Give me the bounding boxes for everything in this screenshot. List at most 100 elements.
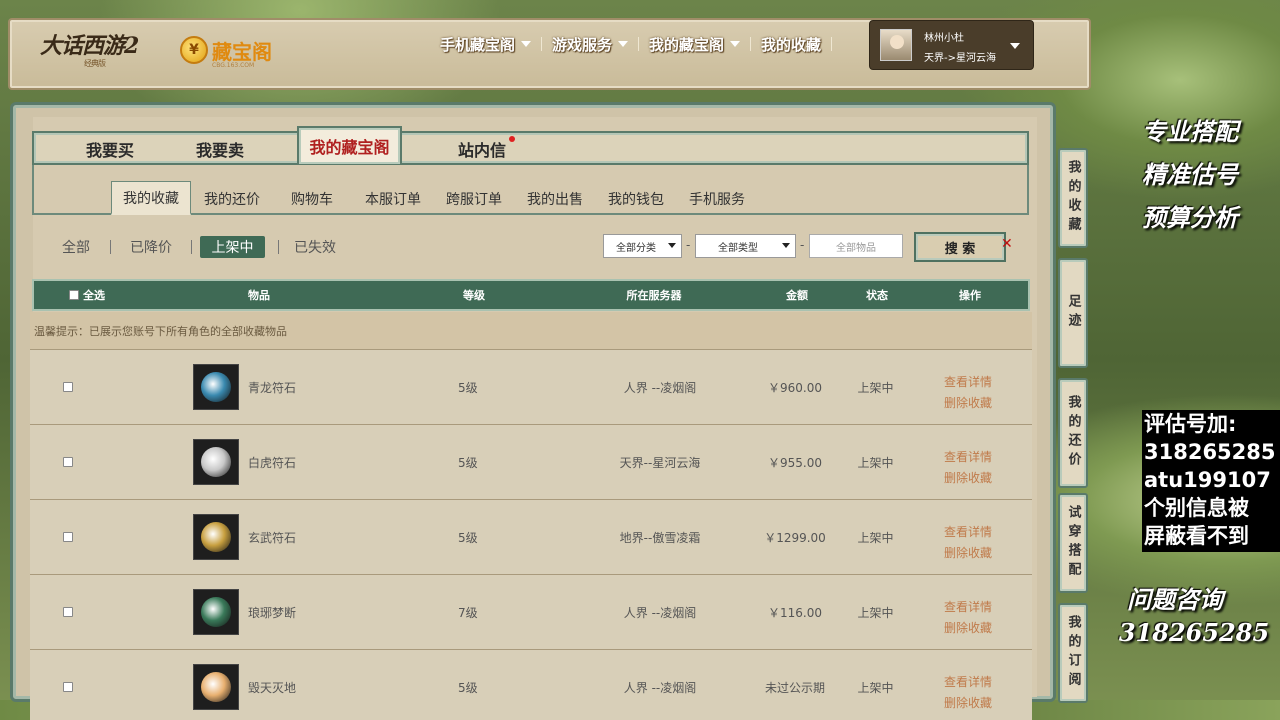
filter-price-reduced[interactable]: 已降价 xyxy=(124,236,178,258)
cbg-logo[interactable]: ¥ 藏宝阁 CBG.163.COM xyxy=(180,30,272,70)
promo-line: 预算分析 xyxy=(1142,203,1238,232)
item-name[interactable]: 青龙符石 xyxy=(248,350,348,424)
category-select[interactable]: 全部分类 xyxy=(603,234,682,258)
nav-my-favorites[interactable]: 我的收藏 xyxy=(751,34,831,55)
type-select[interactable]: 全部类型 xyxy=(695,234,796,258)
th-label: 等级 xyxy=(463,289,485,302)
remove-favorite-link[interactable]: 删除收藏 xyxy=(944,618,992,639)
remove-favorite-link[interactable]: 删除收藏 xyxy=(944,468,992,489)
game-logo-text: 大话西游2 xyxy=(40,33,139,59)
subtab-counteroffers[interactable]: 我的还价 xyxy=(196,183,268,215)
contact-line: 个别信息被 xyxy=(1144,496,1249,520)
chevron-down-icon xyxy=(730,41,741,47)
select-all-label: 全选 xyxy=(83,289,105,302)
tab-buy[interactable]: 我要买 xyxy=(70,134,150,164)
side-tab-footprints[interactable]: 足迹 xyxy=(1058,258,1088,368)
tab-my-cbg[interactable]: 我的藏宝阁 xyxy=(297,126,402,166)
item-icon[interactable] xyxy=(193,589,239,635)
nav-label: 我的收藏 xyxy=(761,35,822,54)
nav-divider xyxy=(541,37,543,51)
row-checkbox[interactable] xyxy=(63,457,73,467)
view-details-link[interactable]: 查看详情 xyxy=(944,672,992,693)
filter-label: 全部 xyxy=(62,240,90,256)
game-logo[interactable]: 大话西游2 经典版 xyxy=(40,28,160,68)
subtab-mobile-service[interactable]: 手机服务 xyxy=(682,183,752,215)
tab-label: 我要卖 xyxy=(195,141,244,160)
row-checkbox[interactable] xyxy=(63,682,73,692)
item-server: 天界--星河云海 xyxy=(619,455,701,470)
contact-line: 评估号加: xyxy=(1144,412,1237,436)
item-level: 5级 xyxy=(458,530,478,545)
item-search-input[interactable]: 全部物品 xyxy=(809,234,903,258)
subtab-label: 跨服订单 xyxy=(446,192,502,208)
subtab-cart[interactable]: 购物车 xyxy=(280,183,344,215)
nav-game-service[interactable]: 游戏服务 xyxy=(542,34,638,55)
select-value: 全部分类 xyxy=(616,242,656,254)
avatar xyxy=(880,29,912,61)
input-placeholder: 全部物品 xyxy=(836,242,876,254)
side-tab-try-on[interactable]: 试穿搭配 xyxy=(1058,493,1088,593)
nav-my-cbg[interactable]: 我的藏宝阁 xyxy=(639,34,750,55)
user-menu[interactable]: 林州小杜 天界->星河云海 xyxy=(869,20,1034,70)
nav-mobile-cbg[interactable]: 手机藏宝阁 xyxy=(430,34,541,55)
nav-divider xyxy=(638,37,640,51)
item-level: 5级 xyxy=(458,455,478,470)
remove-favorite-link[interactable]: 删除收藏 xyxy=(944,393,992,414)
contact-line: 屏蔽看不到 xyxy=(1144,524,1249,548)
th-label: 所在服务器 xyxy=(626,289,682,302)
item-icon[interactable] xyxy=(193,664,239,710)
site-header: 大话西游2 经典版 ¥ 藏宝阁 CBG.163.COM 手机藏宝阁 游戏服务 我… xyxy=(8,18,1091,90)
tab-sell[interactable]: 我要卖 xyxy=(180,134,260,164)
filter-label: 上架中 xyxy=(211,240,254,256)
view-details-link[interactable]: 查看详情 xyxy=(944,522,992,543)
row-checkbox-cell xyxy=(63,425,77,499)
row-checkbox[interactable] xyxy=(63,382,73,392)
side-tab-favorites[interactable]: 我的收藏 xyxy=(1058,148,1088,248)
side-tab-subscriptions[interactable]: 我的订阅 xyxy=(1058,603,1088,703)
subtab-favorites[interactable]: 我的收藏 xyxy=(111,181,191,215)
close-icon[interactable]: ✕ xyxy=(1001,236,1013,252)
side-tab-label: 我的收藏 xyxy=(1065,160,1081,236)
filter-on-sale[interactable]: 上架中 xyxy=(200,236,265,258)
item-icon[interactable] xyxy=(193,364,239,410)
item-name[interactable]: 白虎符石 xyxy=(248,425,348,499)
row-actions: 查看详情 删除收藏 xyxy=(944,522,992,564)
filter-expired[interactable]: 已失效 xyxy=(288,236,342,258)
item-status: 上架中 xyxy=(857,680,894,695)
side-tab-counteroffers[interactable]: 我的还价 xyxy=(1058,378,1088,488)
item-level: 7级 xyxy=(458,605,478,620)
item-server: 人界 --凌烟阁 xyxy=(623,605,697,620)
select-all[interactable]: 全选 xyxy=(62,281,112,309)
search-button[interactable]: 搜 索 xyxy=(914,232,1006,262)
item-name[interactable]: 毁天灭地 xyxy=(248,650,348,720)
remove-favorite-link[interactable]: 删除收藏 xyxy=(944,543,992,564)
user-name: 林州小杜 xyxy=(924,33,964,44)
row-checkbox[interactable] xyxy=(63,607,73,617)
filter-all[interactable]: 全部 xyxy=(56,236,96,258)
select-all-checkbox[interactable] xyxy=(69,290,79,300)
subtab-local-orders[interactable]: 本服订单 xyxy=(358,183,428,215)
subtab-cross-orders[interactable]: 跨服订单 xyxy=(439,183,509,215)
gem-icon xyxy=(201,597,231,627)
subtab-my-sales[interactable]: 我的出售 xyxy=(520,183,590,215)
subtab-label: 购物车 xyxy=(291,192,333,208)
side-tab-label: 我的订阅 xyxy=(1065,615,1081,691)
chevron-down-icon xyxy=(1010,43,1020,49)
item-icon[interactable] xyxy=(193,439,239,485)
view-details-link[interactable]: 查看详情 xyxy=(944,597,992,618)
subtab-wallet[interactable]: 我的钱包 xyxy=(601,183,671,215)
nav-divider xyxy=(750,37,752,51)
side-tab-label: 试穿搭配 xyxy=(1065,505,1081,581)
row-checkbox[interactable] xyxy=(63,532,73,542)
subtab-label: 我的还价 xyxy=(204,192,260,208)
cbg-logo-text: 藏宝阁 xyxy=(212,39,272,64)
remove-favorite-link[interactable]: 删除收藏 xyxy=(944,693,992,714)
item-name[interactable]: 琅琊梦断 xyxy=(248,575,348,649)
select-value: 全部类型 xyxy=(718,242,758,254)
item-name[interactable]: 玄武符石 xyxy=(248,500,348,574)
view-details-link[interactable]: 查看详情 xyxy=(944,372,992,393)
view-details-link[interactable]: 查看详情 xyxy=(944,447,992,468)
th-server: 所在服务器 xyxy=(604,281,704,309)
row-actions: 查看详情 删除收藏 xyxy=(944,597,992,639)
item-icon[interactable] xyxy=(193,514,239,560)
